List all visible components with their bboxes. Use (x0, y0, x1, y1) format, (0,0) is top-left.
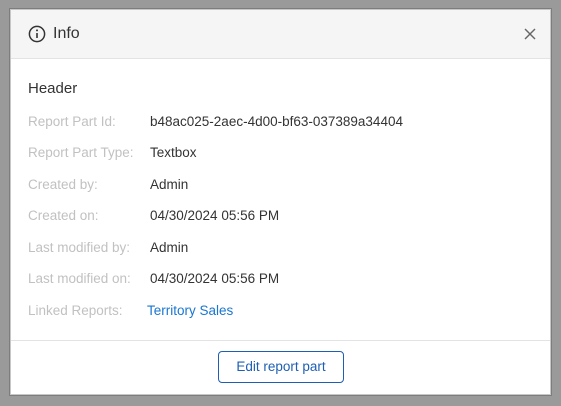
edit-report-part-button[interactable]: Edit report part (218, 351, 344, 383)
info-dialog: Info Header Report Part Id: b48ac025-2ae… (10, 9, 551, 395)
field-label: Created by: (28, 177, 98, 192)
field-label: Linked Reports: (28, 303, 123, 318)
field-value: 04/30/2024 05:56 PM (150, 208, 280, 223)
field-label: Report Part Id: (28, 114, 116, 129)
field-label: Last modified on: (28, 271, 131, 286)
field-label: Last modified by: (28, 240, 131, 255)
field-value: Admin (150, 177, 189, 192)
section-title: Header (28, 80, 78, 97)
close-icon[interactable] (522, 26, 538, 42)
field-value: Admin (150, 240, 189, 255)
field-value: Textbox (150, 145, 197, 160)
info-icon (28, 25, 46, 43)
field-value: 04/30/2024 05:56 PM (150, 271, 280, 286)
field-label: Created on: (28, 208, 99, 223)
field-value: b48ac025-2aec-4d00-bf63-037389a34404 (150, 114, 403, 129)
linked-report-link[interactable]: Territory Sales (147, 301, 233, 321)
field-label: Report Part Type: (28, 145, 134, 160)
dialog-header: Info (11, 10, 550, 59)
dialog-title: Info (53, 25, 80, 42)
dialog-footer: Edit report part (11, 340, 550, 394)
